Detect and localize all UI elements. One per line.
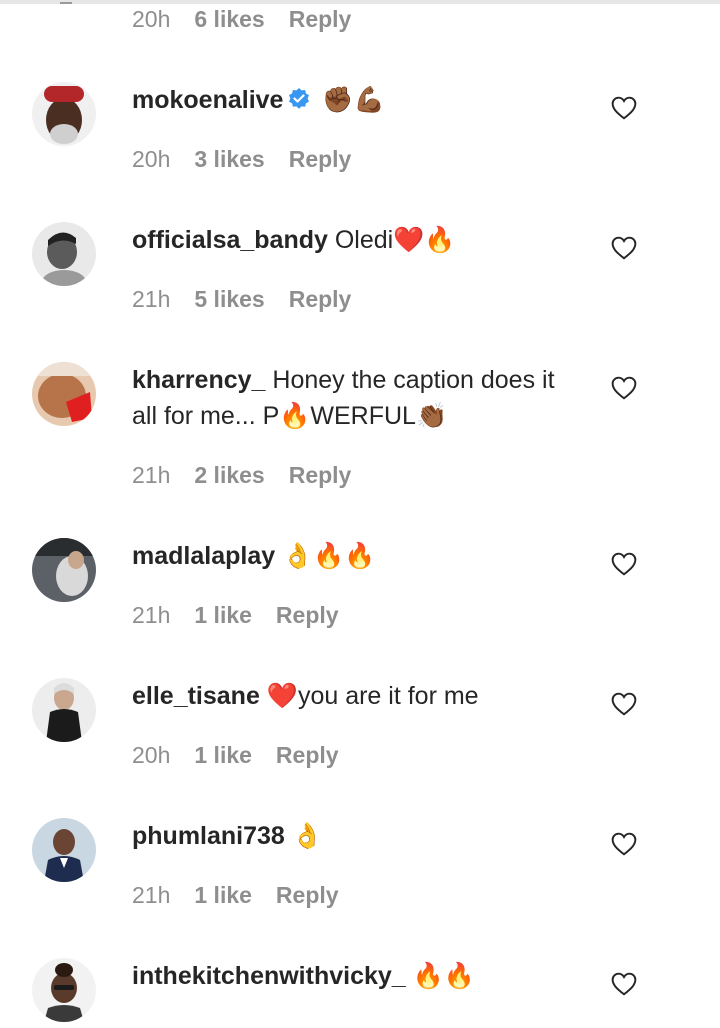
comment-username[interactable]: inthekitchenwithvicky_ <box>132 962 406 990</box>
reply-button[interactable]: Reply <box>276 882 339 909</box>
like-heart-icon[interactable] <box>611 972 637 996</box>
comment-text: elle_tisane ❤️you are it for me <box>132 678 577 714</box>
comment-time: 21h <box>132 602 171 628</box>
comment-body: 🔥🔥 <box>412 962 475 990</box>
comment-body: 👌🔥🔥 <box>282 542 376 570</box>
like-heart-icon[interactable] <box>611 552 637 576</box>
comment-meta: 21h 2 likes Reply <box>132 462 351 489</box>
comment-time: 21h <box>132 286 171 312</box>
comment-time: 21h <box>132 882 171 908</box>
comment-body: 👌 <box>291 822 323 850</box>
comment-likes[interactable]: 5 likes <box>194 286 264 313</box>
reply-button[interactable]: Reply <box>289 462 352 489</box>
comment-meta: 21h 5 likes Reply <box>132 286 351 313</box>
like-heart-icon[interactable] <box>611 376 637 400</box>
comment-body: ✊🏾💪🏾 <box>322 86 385 114</box>
comment-meta: 21h 1 like Reply <box>132 602 339 629</box>
comment-text: kharrency_ Honey the caption does it all… <box>132 362 577 434</box>
comment-meta: 21h 1 like Reply <box>132 882 339 909</box>
comment-likes[interactable]: 6 likes <box>194 6 264 33</box>
comment-username[interactable]: madlalaplay <box>132 542 275 570</box>
like-heart-icon[interactable] <box>611 236 637 260</box>
comment-likes[interactable]: 1 like <box>194 742 252 769</box>
comment-likes[interactable]: 1 like <box>194 602 252 629</box>
avatar[interactable] <box>32 958 96 1022</box>
comment-item: kharrency_ Honey the caption does it all… <box>0 362 720 538</box>
reply-button[interactable]: Reply <box>289 6 352 33</box>
comment-meta: 20h 3 likes Reply <box>132 146 351 173</box>
comment-item: inthekitchenwithvicky_ 🔥🔥 <box>0 958 720 1028</box>
comment-time: 20h <box>132 146 171 172</box>
comment-time: 20h <box>132 6 171 32</box>
avatar[interactable] <box>32 818 96 882</box>
avatar[interactable] <box>32 82 96 146</box>
comment-item: elle_tisane ❤️you are it for me 20h 1 li… <box>0 678 720 818</box>
reply-button[interactable]: Reply <box>276 742 339 769</box>
comment-likes[interactable]: 2 likes <box>194 462 264 489</box>
comment-time: 21h <box>132 462 171 488</box>
comment-username[interactable]: mokoenalive <box>132 86 283 114</box>
comment-text: madlalaplay 👌🔥🔥 <box>132 538 577 574</box>
comment-item: phumlani738 👌 21h 1 like Reply <box>0 818 720 958</box>
avatar[interactable] <box>32 678 96 742</box>
comment-meta: 20h 1 like Reply <box>132 742 339 769</box>
top-divider <box>0 0 720 4</box>
comment-username[interactable]: kharrency_ <box>132 366 265 394</box>
reply-button[interactable]: Reply <box>289 286 352 313</box>
comment-likes[interactable]: 3 likes <box>194 146 264 173</box>
comment-item: madlalaplay 👌🔥🔥 21h 1 like Reply <box>0 538 720 678</box>
comment-text: phumlani738 👌 <box>132 818 577 854</box>
like-heart-icon[interactable] <box>611 692 637 716</box>
verified-badge-icon <box>287 85 311 121</box>
comment-text: officialsa_bandy Oledi❤️🔥 <box>132 222 577 258</box>
comment-text: mokoenalive ✊🏾💪🏾 <box>132 82 577 121</box>
comment-username[interactable]: officialsa_bandy <box>132 226 328 254</box>
reply-button[interactable]: Reply <box>276 602 339 629</box>
comment-item: officialsa_bandy Oledi❤️🔥 21h 5 likes Re… <box>0 222 720 362</box>
comment-body: Oledi❤️🔥 <box>334 226 456 254</box>
avatar[interactable] <box>32 538 96 602</box>
comment-body: ❤️you are it for me <box>266 682 479 710</box>
comment-item: mokoenalive ✊🏾💪🏾 20h 3 likes Reply <box>0 82 720 222</box>
comment-username[interactable]: phumlani738 <box>132 822 285 850</box>
avatar[interactable] <box>32 362 96 426</box>
comment-username[interactable]: elle_tisane <box>132 682 260 710</box>
previous-comment-meta: 20h 6 likes Reply <box>132 6 351 33</box>
comment-text: inthekitchenwithvicky_ 🔥🔥 <box>132 958 577 994</box>
avatar[interactable] <box>32 222 96 286</box>
comment-time: 20h <box>132 742 171 768</box>
comment-likes[interactable]: 1 like <box>194 882 252 909</box>
like-heart-icon[interactable] <box>611 96 637 120</box>
like-heart-icon[interactable] <box>611 832 637 856</box>
reply-button[interactable]: Reply <box>289 146 352 173</box>
